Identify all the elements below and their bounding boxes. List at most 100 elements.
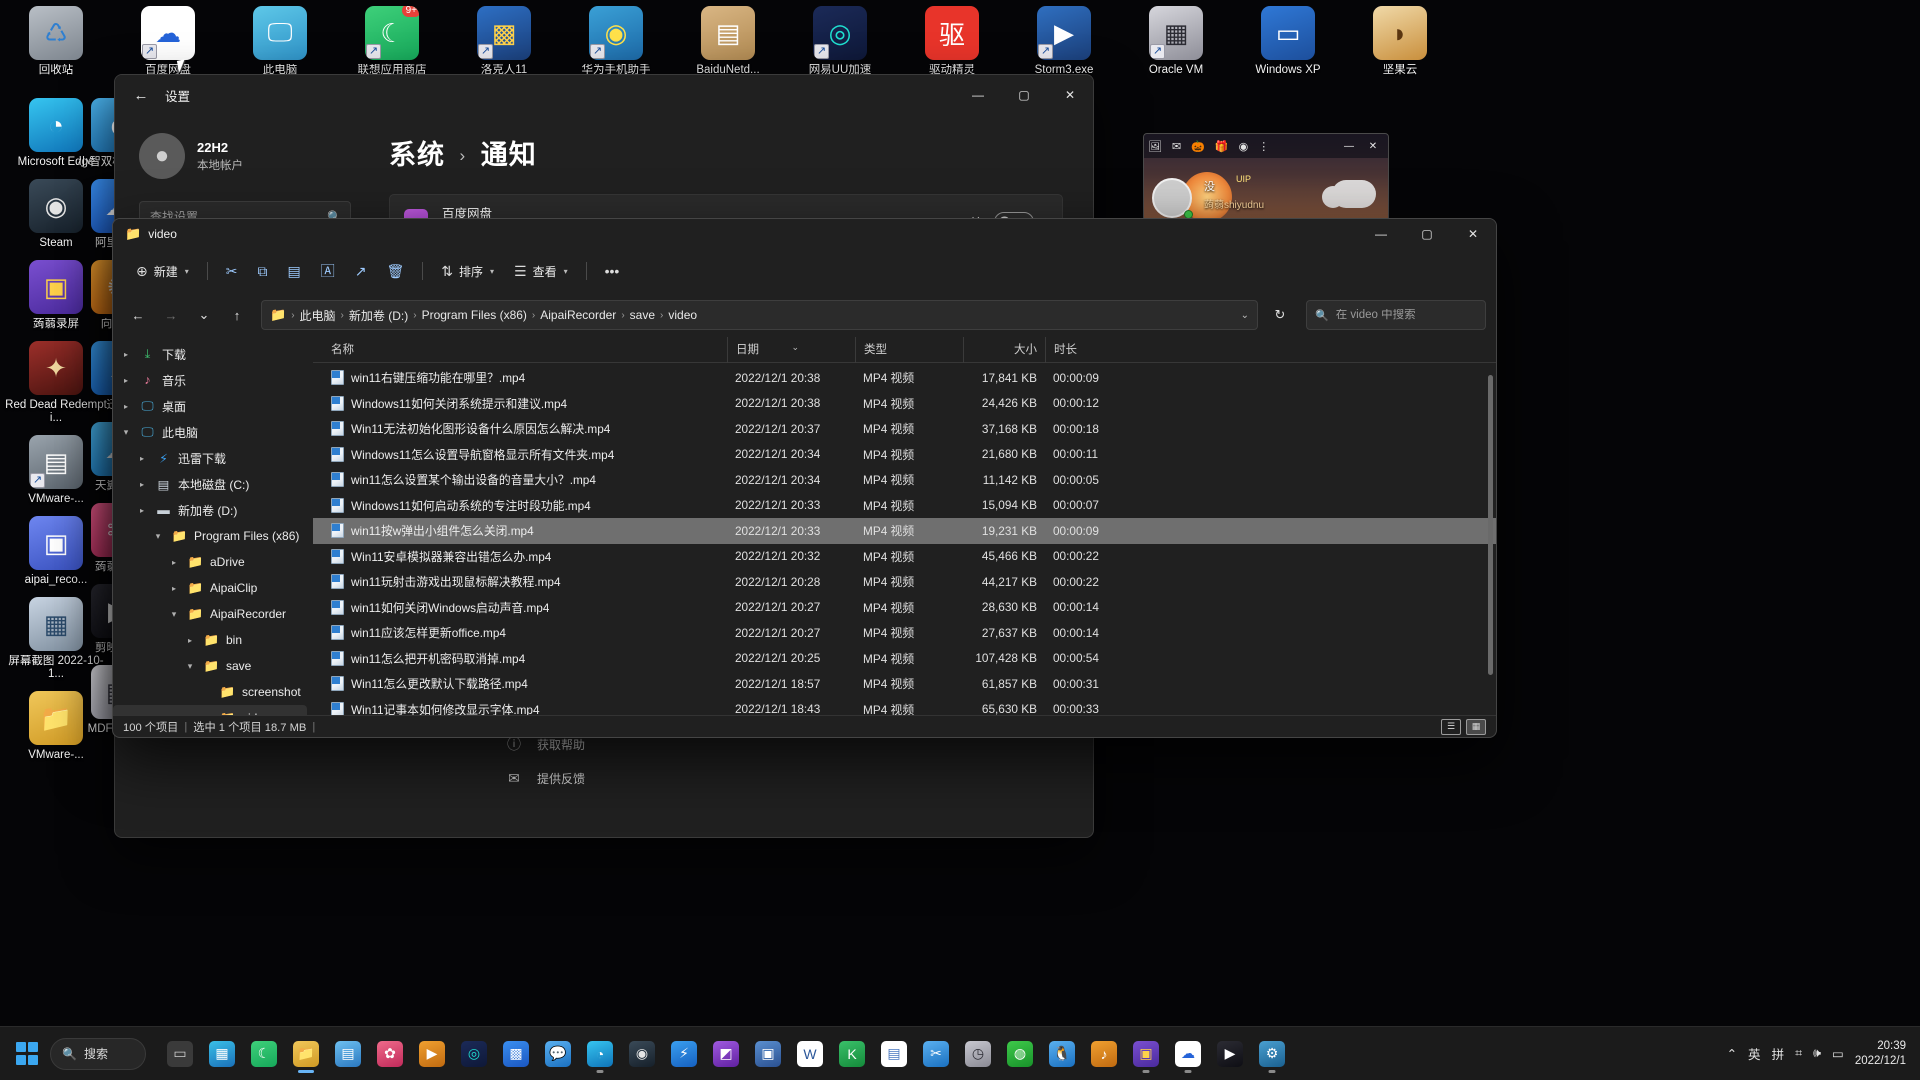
table-row[interactable]: Win11记事本如何修改显示字体.mp4 2022/12/1 18:43 MP4 视…	[313, 697, 1496, 715]
show-hidden-icons-icon[interactable]: ⌃	[1727, 1046, 1737, 1061]
minimize-button[interactable]: —	[1358, 219, 1404, 249]
more-icon[interactable]: ⋮	[1258, 140, 1269, 153]
breadcrumb-segment[interactable]: AipaiRecorder	[536, 308, 620, 322]
breadcrumb-segment[interactable]: Program Files (x86)	[418, 308, 531, 322]
table-row[interactable]: win11按w弹出小组件怎么关闭.mp4 2022/12/1 20:33 MP4 视…	[313, 518, 1496, 544]
desktop-icon-baidu-netdisk-icon[interactable]: ☁ ↗ 百度网盘	[112, 0, 224, 81]
toolbar-more-options-button[interactable]: •••	[596, 256, 629, 286]
volume-icon[interactable]: 🕪	[1813, 1046, 1821, 1061]
taskbar-widgets-button[interactable]: ▩	[496, 1034, 536, 1074]
settings-titlebar[interactable]: ← 设置 — ▢ ✕	[115, 75, 1093, 115]
chevron-down-icon[interactable]: ▾	[183, 661, 197, 672]
taskbar-baidu-netdisk-button[interactable]: ☁	[1168, 1034, 1208, 1074]
widget-close-button[interactable]: ✕	[1362, 136, 1384, 156]
table-row[interactable]: Windows11如何关闭系统提示和建议.mp4 2022/12/1 20:38 M…	[313, 391, 1496, 417]
scrollbar-thumb[interactable]	[1488, 375, 1493, 675]
explorer-titlebar[interactable]: 📁 video — ▢ ✕	[113, 219, 1496, 249]
widget-popup-window[interactable]: 🖼 ✉ 🎃 🎁 ◉ ⋮ — ✕ 没 UIP 蒟蒻shiyudnu	[1143, 133, 1389, 228]
details-view-icon[interactable]: ☰	[1441, 718, 1461, 735]
taskbar-snipping-tool-button[interactable]: ✂	[916, 1034, 956, 1074]
toolbar-delete-button[interactable]: 🗑	[377, 256, 413, 286]
chevron-down-icon[interactable]: ▾	[167, 609, 181, 620]
taskbar-notepad-button[interactable]: ▤	[874, 1034, 914, 1074]
chevron-right-icon[interactable]: ▸	[135, 480, 149, 489]
windows-start-icon[interactable]	[10, 1037, 44, 1071]
desktop-icon-lenovo-store-icon[interactable]: ☾ ↗ 9+ 联想应用商店	[336, 0, 448, 81]
feedback-link[interactable]: ✉ 提供反馈	[505, 770, 585, 787]
taskbar-music-app-button[interactable]: ♪	[1084, 1034, 1124, 1074]
recent-locations-icon[interactable]: ⌄	[189, 300, 219, 330]
taskbar-kingsoft-button[interactable]: K	[832, 1034, 872, 1074]
table-row[interactable]: win11右键压缩功能在哪里？.mp4 2022/12/1 20:38 MP4 视频…	[313, 365, 1496, 391]
desktop-icon-recycle-bin-icon[interactable]: ♺ 回收站	[0, 0, 112, 81]
account-block[interactable]: ● 22H2 本地帐户	[139, 133, 351, 179]
taskbar-lenovo-store-button[interactable]: ☾	[244, 1034, 284, 1074]
close-button[interactable]: ✕	[1047, 75, 1093, 115]
breadcrumb-segment[interactable]: video	[664, 308, 701, 322]
taskbar-qq-button[interactable]: 🐧	[1042, 1034, 1082, 1074]
tree-item-music[interactable]: ▸ ♪ 音乐	[113, 367, 307, 393]
mail-icon[interactable]: ✉	[1172, 140, 1181, 153]
breadcrumb-root[interactable]: 系统	[389, 140, 445, 170]
chevron-right-icon[interactable]: ▸	[167, 584, 181, 593]
back-arrow-icon[interactable]: ←	[123, 300, 153, 330]
taskbar-jianying-button[interactable]: ▶	[1210, 1034, 1250, 1074]
up-arrow-icon[interactable]: ↑	[222, 300, 252, 330]
toolbar-view-button[interactable]: ☰ 查看 ▾	[505, 256, 577, 286]
taskbar-photos-button[interactable]: ◩	[706, 1034, 746, 1074]
toolbar-cut-button[interactable]: ✂	[217, 256, 247, 286]
tree-item-folder[interactable]: ▾ 📁 save	[113, 653, 307, 679]
table-row[interactable]: win11怎么设置某个输出设备的音量大小？.mp4 2022/12/1 20:34…	[313, 467, 1496, 493]
toolbar-sort-button[interactable]: ⇅ 排序 ▾	[432, 256, 503, 286]
minimize-button[interactable]: —	[955, 75, 1001, 115]
desktop-icon-netease-uu-icon[interactable]: ◎ ↗ 网易UU加速	[784, 0, 896, 81]
breadcrumb[interactable]: 📁 › 此电脑 › 新加卷 (D:) › Program Files (x86) › Aip…	[261, 300, 1258, 330]
toolbar-copy-button[interactable]: ⧉	[249, 256, 277, 286]
ime-language-icon[interactable]: 英	[1748, 1044, 1761, 1063]
desktop-icon-baidu-netdisk-box-icon[interactable]: ▤ BaiduNetd...	[672, 0, 784, 81]
network-icon[interactable]: ⌗	[1795, 1046, 1802, 1061]
taskbar-file-explorer-button[interactable]: 📁	[286, 1034, 326, 1074]
taskbar-chat-button[interactable]: 💬	[538, 1034, 578, 1074]
taskbar-notes-button[interactable]: ▤	[328, 1034, 368, 1074]
desktop-icon-oracle-vm-icon[interactable]: ▦ ↗ Oracle VM	[1120, 0, 1232, 81]
column-header-size[interactable]: 大小	[963, 337, 1045, 363]
taskbar-task-view-button[interactable]: ▭	[160, 1034, 200, 1074]
chevron-right-icon[interactable]: ▸	[135, 506, 149, 515]
file-explorer-window[interactable]: 📁 video — ▢ ✕ ⊕ 新建 ▾ ✂ ⧉ ▤ 🄰 ↗ 🗑 ⇅ 排序 ▾ ☰ 查看 ▾ ••• ← → …	[112, 218, 1497, 738]
tiles-view-icon[interactable]: ▦	[1466, 718, 1486, 735]
toolbar-share-button[interactable]: ↗	[346, 256, 376, 286]
breadcrumb-segment[interactable]: 新加卷 (D:)	[345, 307, 412, 324]
desktop-icon-huawei-assistant-icon[interactable]: ◉ ↗ 华为手机助手	[560, 0, 672, 81]
chevron-right-icon[interactable]: ▸	[119, 350, 133, 359]
taskbar-microsoft-store-button[interactable]: ▦	[202, 1034, 242, 1074]
desktop-icon-this-pc-icon[interactable]: 🖵 此电脑	[224, 0, 336, 81]
taskbar-wechat-button[interactable]: ◍	[1000, 1034, 1040, 1074]
tree-item-thunder-download[interactable]: ▸ ⚡ 迅雷下载	[113, 445, 307, 471]
tree-item-folder[interactable]: ▸ 📁 AipaiClip	[113, 575, 307, 601]
breadcrumb-segment[interactable]: save	[626, 308, 659, 322]
toolbar-paste-button[interactable]: ▤	[279, 256, 310, 286]
desktop-icon-storm-player-icon[interactable]: ▶ ↗ Storm3.exe	[1008, 0, 1120, 81]
taskbar-calculator-button[interactable]: ▣	[748, 1034, 788, 1074]
taskbar-app-pink-button[interactable]: ✿	[370, 1034, 410, 1074]
desktop-icon-driver-genius-icon[interactable]: 驱驱动精灵	[896, 0, 1008, 81]
chevron-right-icon[interactable]: ▸	[135, 454, 149, 463]
taskbar-thunder-button[interactable]: ⚡	[664, 1034, 704, 1074]
taskbar-clock[interactable]: 20:39 2022/12/1	[1855, 1039, 1906, 1069]
image-icon[interactable]: 🖼	[1148, 140, 1162, 153]
breadcrumb-segment[interactable]: 此电脑	[296, 307, 340, 324]
target-icon[interactable]: ◉	[1239, 140, 1249, 153]
maximize-button[interactable]: ▢	[1001, 75, 1047, 115]
table-row[interactable]: Windows11怎么设置导航窗格显示所有文件夹.mp4 2022/12/1 20…	[313, 442, 1496, 468]
desktop-icon-windows-xp-icon[interactable]: ▭ Windows XP	[1232, 0, 1344, 81]
taskbar-edge-browser-button[interactable]: ◔	[580, 1034, 620, 1074]
desktop-icon-nutstore-icon[interactable]: ◗ 坚果云	[1344, 0, 1456, 81]
table-row[interactable]: Win11怎么更改默认下载路径.mp4 2022/12/1 18:57 MP4 视频…	[313, 671, 1496, 697]
chevron-down-icon[interactable]: ▾	[151, 531, 165, 542]
ime-pinyin-icon[interactable]: 拼	[1772, 1044, 1785, 1063]
column-header-date[interactable]: ⌄ 日期	[727, 337, 855, 363]
battery-icon[interactable]: ▭	[1832, 1046, 1844, 1061]
desktop-icon-rockman-11-icon[interactable]: ▩ ↗ 洛克人11	[448, 0, 560, 81]
tree-item-desktop[interactable]: ▸ 🖵 桌面	[113, 393, 307, 419]
